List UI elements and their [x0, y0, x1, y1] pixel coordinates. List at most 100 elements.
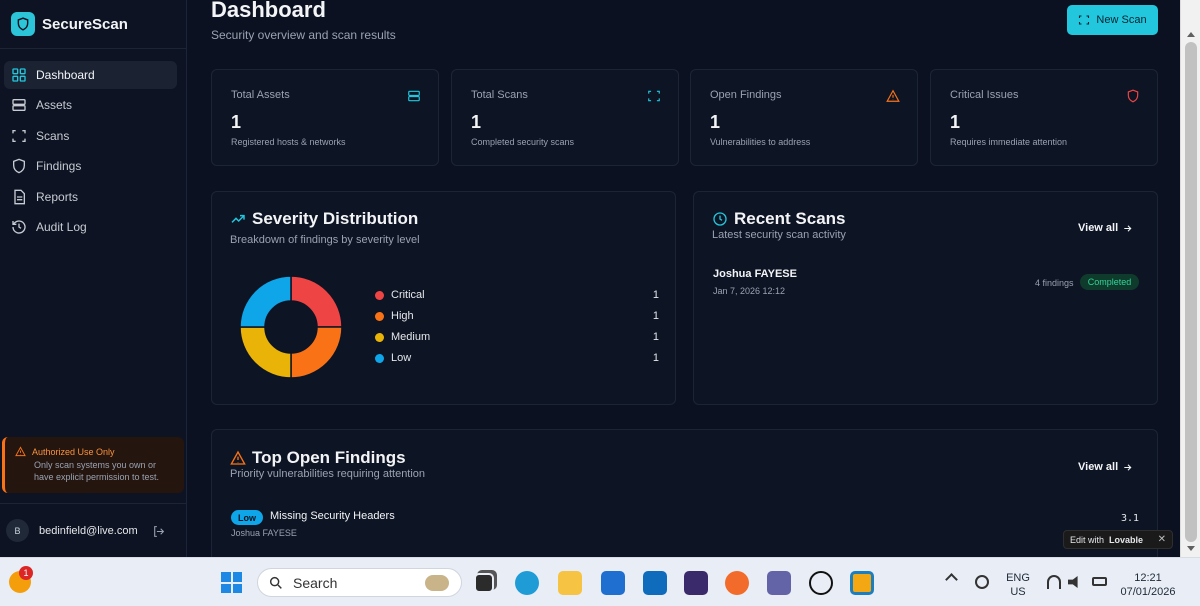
edge-icon[interactable] [515, 571, 539, 595]
stat-label: Total Assets [231, 89, 290, 101]
sidebar-item-findings[interactable]: Findings [4, 152, 177, 180]
recent-scans-panel: Recent Scans Latest security scan activi… [693, 191, 1158, 405]
windows-taskbar: 1 Search ENG US 12:21 07/01/2026 [0, 557, 1200, 606]
sidebar-item-label: Dashboard [36, 68, 95, 82]
battery-icon[interactable] [1092, 577, 1107, 586]
donut-slice-medium[interactable] [239, 326, 292, 379]
file-explorer-icon[interactable] [558, 571, 582, 595]
outlook-icon[interactable] [643, 571, 667, 595]
audio-app-icon[interactable] [684, 571, 708, 595]
taskbar-search-input[interactable]: Search [257, 568, 462, 597]
clock-icon [713, 212, 727, 226]
scroll-thumb[interactable] [1185, 42, 1197, 542]
stat-label: Total Scans [471, 89, 528, 101]
brand[interactable]: SecureScan [0, 0, 186, 49]
legend-item-low: Low 1 [375, 351, 659, 365]
legend-dot [375, 311, 384, 321]
logout-icon[interactable] [152, 525, 165, 538]
sidebar-item-label: Findings [36, 159, 82, 174]
vmware-icon[interactable] [850, 571, 874, 595]
scan-icon [12, 129, 26, 142]
stat-desc: Completed security scans [471, 137, 575, 147]
severity-donut-chart [239, 275, 343, 379]
volume-icon[interactable] [1068, 576, 1078, 588]
stat-card-total-assets[interactable]: Total Assets 1 Registered hosts & networ… [211, 69, 439, 166]
donut-slice-low[interactable] [239, 275, 292, 328]
scan-icon [648, 90, 660, 102]
firefox-icon[interactable] [725, 571, 749, 595]
sidebar-item-reports[interactable]: Reports [4, 183, 177, 211]
donut-slice-critical[interactable] [290, 275, 343, 328]
task-view-icon[interactable] [474, 573, 494, 593]
donut-slice-high[interactable] [290, 326, 343, 379]
logo-shield-icon [11, 12, 35, 36]
recent-scans-subtitle: Latest security scan activity [712, 229, 846, 241]
finding-title: Missing Security Headers [270, 510, 395, 522]
sidebar-item-scans[interactable]: Scans [4, 122, 177, 150]
store-icon[interactable] [601, 571, 625, 595]
stat-value: 1 [231, 112, 242, 132]
view-all-scans-link[interactable]: View all [1078, 222, 1133, 234]
stat-label: Critical Issues [950, 89, 1019, 101]
date-label: 07/01/2026 [1120, 586, 1176, 598]
user-profile: B bedinfield@live.com [0, 503, 186, 557]
lovable-prefix: Edit with [1070, 534, 1105, 545]
stat-value: 1 [471, 112, 482, 132]
top-findings-title: Top Open Findings [252, 448, 406, 467]
legend-dot [375, 332, 384, 342]
search-icon [269, 576, 282, 589]
chevron-up-icon[interactable] [945, 573, 958, 586]
scroll-up-icon[interactable] [1187, 32, 1195, 37]
severity-subtitle: Breakdown of findings by severity level [230, 234, 420, 246]
legend-label: Medium [391, 331, 431, 343]
new-scan-button[interactable]: New Scan [1067, 5, 1158, 35]
legend-label: Low [391, 352, 412, 364]
time-label: 12:21 [1134, 572, 1162, 584]
teams-icon[interactable] [767, 571, 791, 595]
severity-badge: Low [231, 510, 263, 525]
stat-value: 1 [710, 112, 721, 132]
report-icon [14, 189, 25, 204]
warning-icon [886, 89, 900, 102]
start-icon[interactable] [221, 572, 242, 593]
main-content: Dashboard Security overview and scan res… [187, 0, 1180, 557]
dashboard-icon [12, 68, 26, 82]
scroll-down-icon[interactable] [1187, 546, 1195, 551]
shield-icon [1127, 89, 1139, 103]
clock[interactable]: 12:21 07/01/2026 [1118, 571, 1178, 599]
stat-desc: Vulnerabilities to address [710, 137, 811, 147]
stat-card-total-scans[interactable]: Total Scans 1 Completed security scans [451, 69, 679, 166]
legend-item-critical: Critical 1 [375, 288, 659, 302]
stat-desc: Registered hosts & networks [231, 137, 346, 147]
stat-label: Open Findings [710, 89, 782, 101]
lang-label: ENG [1006, 572, 1030, 584]
close-icon[interactable]: ✕ [1158, 534, 1166, 545]
stat-card-open-findings[interactable]: Open Findings 1 Vulnerabilities to addre… [690, 69, 918, 166]
view-all-findings-link[interactable]: View all [1078, 461, 1133, 473]
stat-value: 1 [950, 112, 961, 132]
region-label: US [1010, 586, 1026, 598]
sidebar-item-audit-log[interactable]: Audit Log [4, 213, 177, 241]
scan-date: Jan 7, 2026 12:12 [713, 286, 786, 296]
top-findings-subtitle: Priority vulnerabilities requiring atten… [230, 468, 426, 480]
wifi-icon[interactable] [1047, 575, 1061, 589]
chatgpt-icon[interactable] [809, 571, 833, 595]
sidebar-item-dashboard[interactable]: Dashboard [4, 61, 177, 89]
input-language[interactable]: ENG US [1004, 571, 1032, 599]
page-scrollbar[interactable] [1180, 0, 1200, 557]
search-highlight-icon [425, 575, 449, 591]
stat-card-critical-issues[interactable]: Critical Issues 1 Requires immediate att… [930, 69, 1158, 166]
page-subtitle: Security overview and scan results [211, 28, 396, 42]
scan-icon [1079, 15, 1090, 25]
sidebar-item-label: Scans [36, 128, 70, 143]
sidebar: SecureScan Dashboard Assets Scans Findin… [0, 0, 187, 557]
vpn-status-icon[interactable] [975, 575, 989, 589]
sidebar-nav: Dashboard Assets Scans Findings Reports … [0, 49, 186, 241]
avatar[interactable]: B [6, 519, 29, 542]
sidebar-item-assets[interactable]: Assets [4, 91, 177, 119]
scan-findings-count: 4 findings [1035, 278, 1074, 288]
legend-count: 1 [652, 352, 659, 364]
sidebar-item-label: Audit Log [36, 219, 87, 234]
edit-with-lovable-badge[interactable]: Edit with Lovable ✕ [1063, 530, 1173, 549]
legend-item-medium: Medium 1 [375, 330, 659, 344]
